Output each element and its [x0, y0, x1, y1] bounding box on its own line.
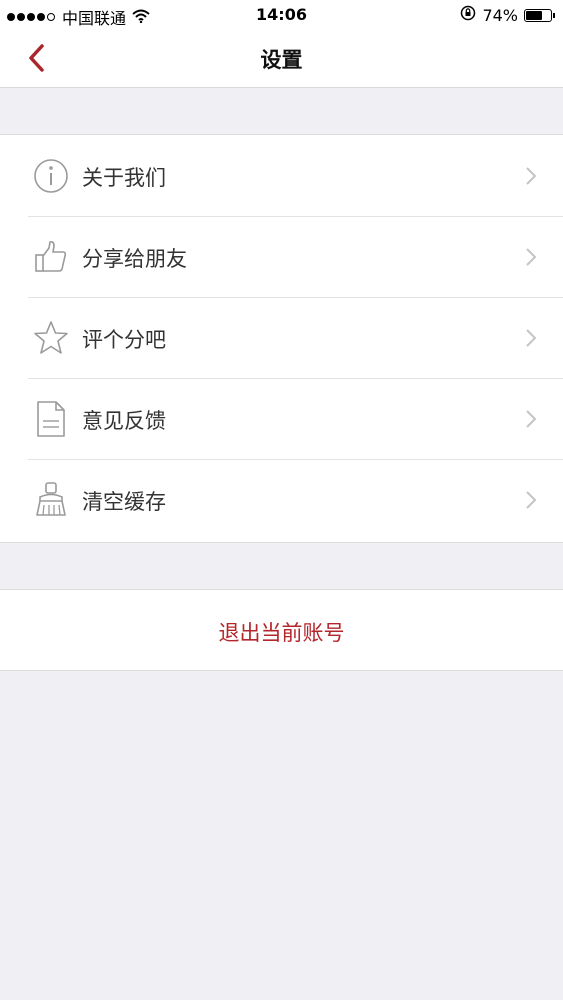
info-icon [34, 159, 68, 193]
battery-icon [524, 8, 552, 22]
menu-item-label: 意见反馈 [82, 409, 166, 433]
status-right: 74% [460, 5, 555, 25]
menu-item-label: 分享给朋友 [82, 247, 187, 271]
navigation-bar: 设置 [0, 30, 563, 88]
chevron-right-icon [526, 410, 537, 428]
star-icon [34, 321, 68, 354]
chevron-right-icon [526, 167, 537, 185]
battery-tip [553, 12, 555, 18]
menu-item-label: 关于我们 [82, 166, 166, 190]
chevron-right-icon [526, 248, 537, 266]
chevron-right-icon [526, 491, 537, 509]
orientation-lock-icon [460, 5, 476, 25]
status-bar: 中国联通 14:06 74% [0, 0, 563, 30]
logout-button[interactable]: 退出当前账号 [0, 589, 563, 671]
menu-item-rate[interactable]: 评个分吧 [0, 297, 563, 378]
page-title: 设置 [260, 48, 303, 72]
menu-item-share[interactable]: 分享给朋友 [0, 216, 563, 297]
settings-menu: 关于我们 分享给朋友 评个分吧 意见反馈 清空缓存 [0, 134, 563, 543]
battery-percent: 74% [482, 5, 518, 25]
menu-item-clear-cache[interactable]: 清空缓存 [0, 459, 563, 540]
battery-fill [526, 10, 543, 20]
thumbs-up-icon [35, 241, 67, 272]
chevron-left-icon [29, 44, 44, 72]
menu-item-feedback[interactable]: 意见反馈 [0, 378, 563, 459]
chevron-right-icon [526, 329, 537, 347]
menu-item-label: 评个分吧 [82, 328, 166, 352]
menu-item-about-us[interactable]: 关于我们 [0, 135, 563, 216]
back-button[interactable] [18, 38, 58, 78]
logout-label: 退出当前账号 [218, 621, 345, 645]
broom-icon [36, 482, 66, 516]
menu-item-label: 清空缓存 [82, 490, 166, 514]
document-icon [37, 401, 65, 437]
